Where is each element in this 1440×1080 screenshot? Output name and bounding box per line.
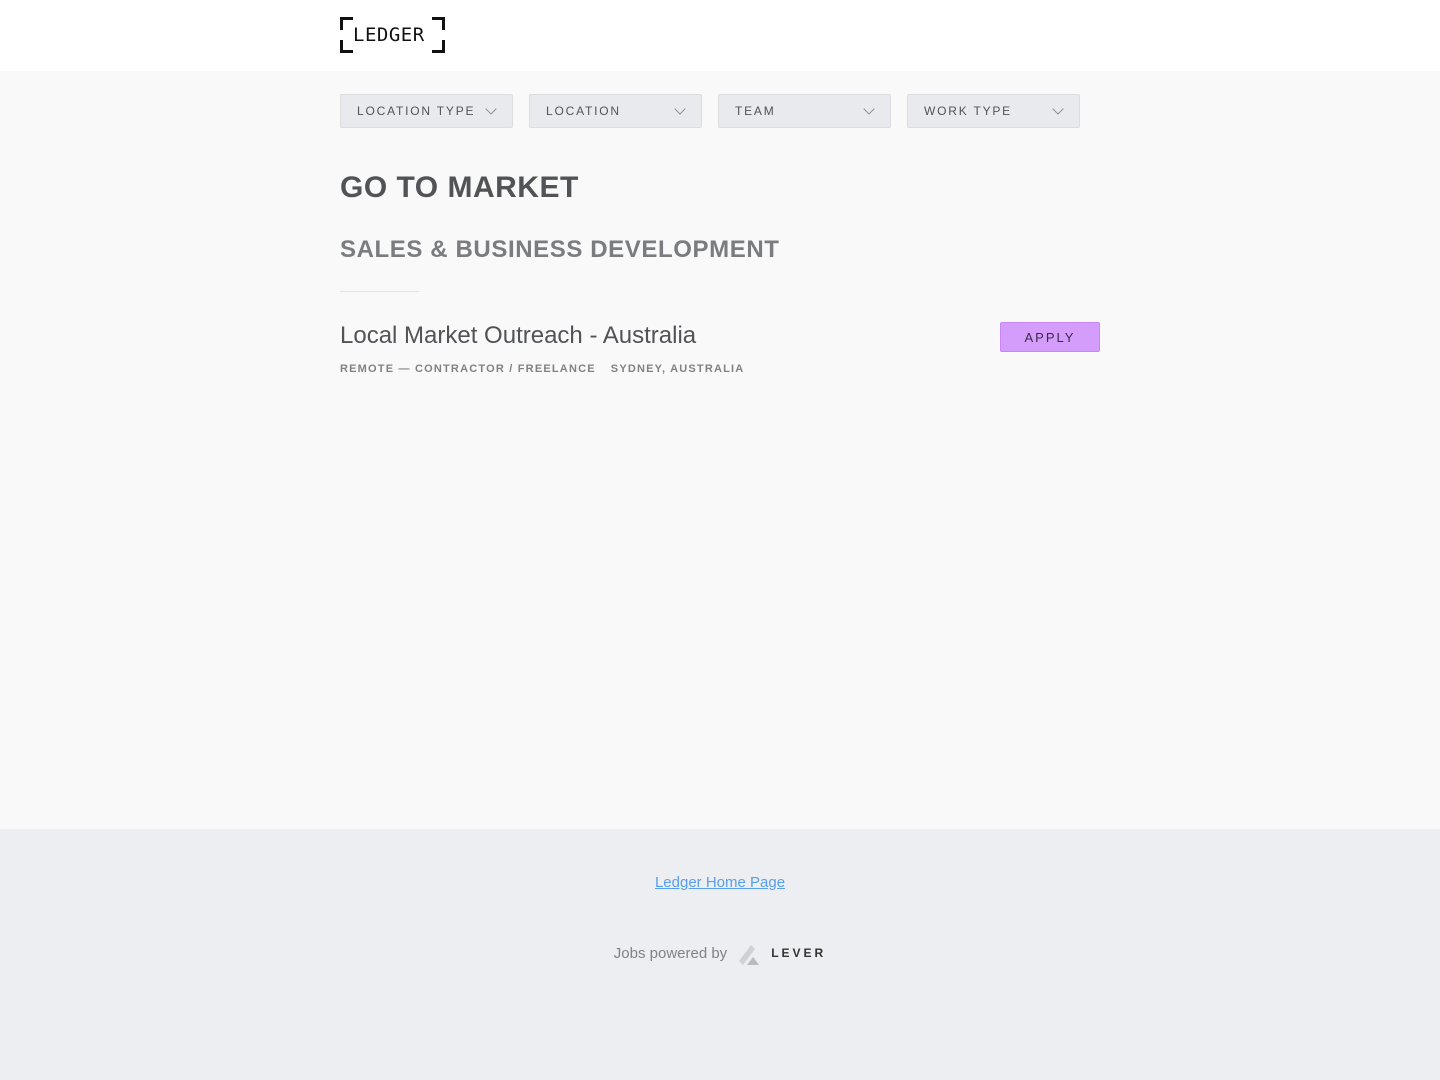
apply-button[interactable]: APPLY [1000,322,1100,352]
lever-logo-icon[interactable] [737,941,761,965]
powered-by: Jobs powered by LEVER [0,941,1440,965]
page-header: LEDGER [0,0,1440,71]
ledger-home-link[interactable]: Ledger Home Page [655,874,785,891]
posting-category-title: GO TO MARKET [340,171,579,204]
chevron-down-icon [674,103,686,115]
posting-subcategory-title: SALES & BUSINESS DEVELOPMENT [340,236,780,263]
posting-location: SYDNEY, AUSTRALIA [610,363,745,375]
posting-commitment: REMOTE — CONTRACTOR / FREELANCE [340,363,596,375]
filter-location-type[interactable]: LOCATION TYPE [340,94,513,128]
main-content: LOCATION TYPE LOCATION TEAM WORK TYPE GO… [0,71,1440,829]
logo-corner [340,40,353,53]
powered-by-text: Jobs powered by [613,944,728,962]
posting-title-link[interactable]: Local Market Outreach - Australia [340,322,696,350]
logo-corner [432,40,445,53]
logo-text: LEDGER [353,24,425,46]
filter-work-type[interactable]: WORK TYPE [907,94,1080,128]
chevron-down-icon [863,103,875,115]
page-footer: Ledger Home Page Jobs powered by LEVER [0,829,1440,1080]
filter-label: TEAM [735,104,776,118]
posting-meta: REMOTE — CONTRACTOR / FREELANCE SYDNEY, … [340,363,744,375]
home-link-container: Ledger Home Page [0,874,1440,892]
filter-bar: LOCATION TYPE LOCATION TEAM WORK TYPE [340,94,1080,128]
filter-location[interactable]: LOCATION [529,94,702,128]
section-divider [340,291,419,292]
chevron-down-icon [485,103,497,115]
lever-wordmark[interactable]: LEVER [771,946,826,960]
filter-team[interactable]: TEAM [718,94,891,128]
filter-label: WORK TYPE [924,104,1012,118]
chevron-down-icon [1052,103,1064,115]
filter-label: LOCATION [546,104,621,118]
logo-corner [340,17,353,30]
logo-corner [432,17,445,30]
filter-label: LOCATION TYPE [357,104,476,118]
ledger-logo[interactable]: LEDGER [340,17,445,53]
